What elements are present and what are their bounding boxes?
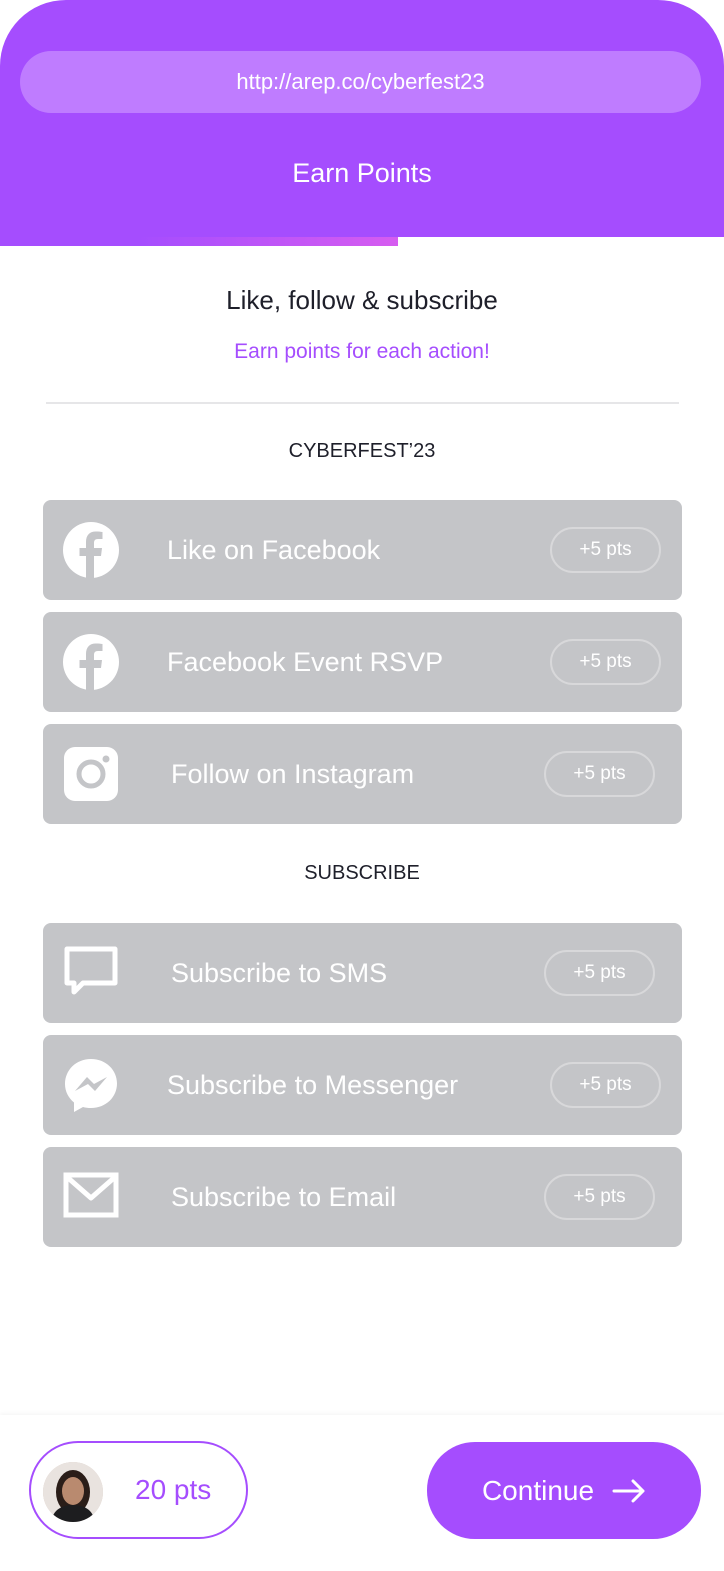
points-badge: +5 pts (544, 751, 655, 797)
arrow-right-icon (612, 1479, 645, 1502)
facebook-icon (63, 522, 119, 578)
action-label: Facebook Event RSVP (167, 646, 444, 677)
page-title: Earn Points (292, 158, 432, 188)
action-subscribe-sms[interactable]: Subscribe to SMS +5 pts (43, 923, 682, 1023)
points-badge: +5 pts (550, 639, 661, 685)
continue-button[interactable]: Continue (427, 1442, 701, 1539)
action-subscribe-messenger[interactable]: Subscribe to Messenger +5 pts (43, 1035, 682, 1135)
envelope-icon (63, 1169, 119, 1225)
action-label: Like on Facebook (167, 534, 381, 565)
messenger-icon (63, 1057, 119, 1113)
section-title: Like, follow & subscribe (226, 285, 498, 315)
action-label: Subscribe to SMS (171, 957, 388, 988)
points-badge: +5 pts (550, 527, 661, 573)
points-badge: +5 pts (544, 1174, 655, 1220)
divider (46, 402, 679, 404)
action-label: Subscribe to Email (171, 1181, 397, 1212)
points-value: 20 pts (135, 1474, 212, 1505)
user-avatar (43, 1462, 103, 1522)
group-label-cyberfest: CYBERFEST’23 (288, 440, 436, 462)
action-facebook-rsvp[interactable]: Facebook Event RSVP +5 pts (43, 612, 682, 712)
continue-label: Continue (481, 1474, 595, 1506)
points-badge: +5 pts (544, 950, 655, 996)
facebook-icon (63, 634, 119, 690)
header-banner: http://arep.co/cyberfest23 Earn Points (0, 0, 724, 237)
action-like-facebook[interactable]: Like on Facebook +5 pts (43, 500, 682, 600)
progress-bar (0, 237, 398, 246)
section-subtitle: Earn points for each action! (234, 340, 490, 363)
url-text: http://arep.co/cyberfest23 (236, 69, 485, 94)
action-follow-instagram[interactable]: Follow on Instagram +5 pts (43, 724, 682, 824)
chat-bubble-icon (63, 945, 119, 1001)
action-label: Subscribe to Messenger (167, 1069, 459, 1100)
url-bar[interactable]: http://arep.co/cyberfest23 (20, 51, 701, 113)
points-balance[interactable]: 20 pts (29, 1441, 248, 1539)
instagram-icon (63, 746, 119, 802)
group-label-subscribe: SUBSCRIBE (304, 862, 420, 884)
action-label: Follow on Instagram (171, 758, 415, 789)
action-subscribe-email[interactable]: Subscribe to Email +5 pts (43, 1147, 682, 1247)
points-badge: +5 pts (550, 1062, 661, 1108)
